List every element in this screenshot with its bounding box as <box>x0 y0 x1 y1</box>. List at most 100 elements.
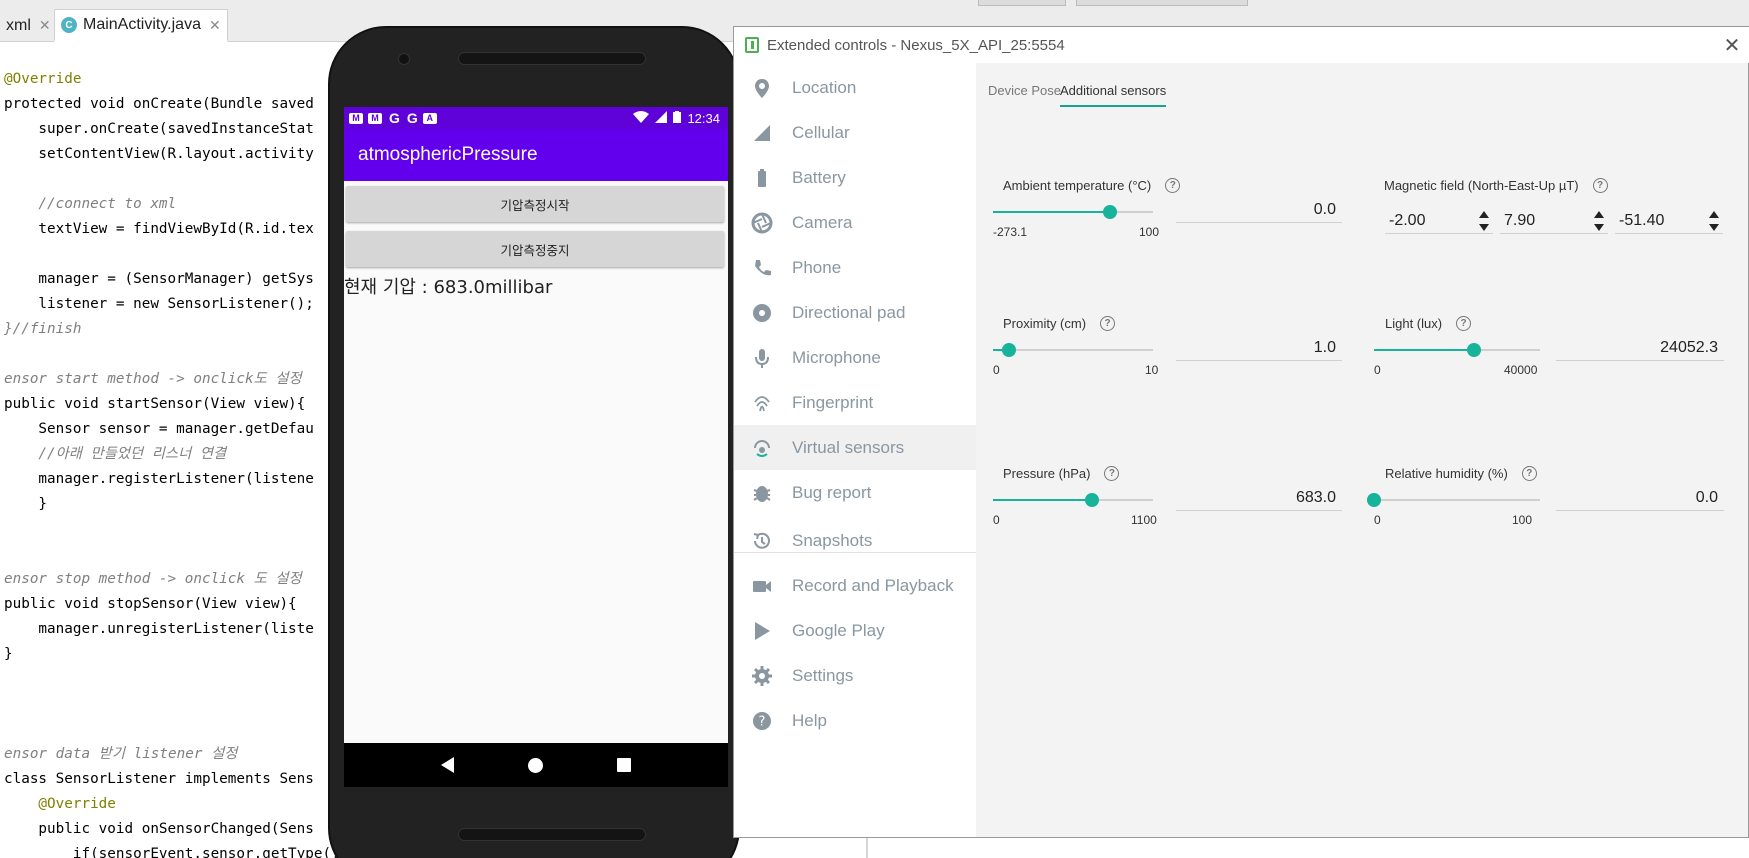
ambient-temperature-slider[interactable] <box>993 205 1153 219</box>
code-line[interactable]: //connect to xml <box>4 192 176 217</box>
light-label: Light (lux) ? <box>1385 316 1472 331</box>
code-line[interactable]: if(sensorEvent.sensor.getType() <box>4 842 340 858</box>
start-measure-button[interactable]: 기압측정시작 <box>346 186 724 222</box>
code-line[interactable]: protected void onCreate(Bundle saved <box>4 92 314 117</box>
close-tab-icon[interactable]: ✕ <box>39 17 51 34</box>
tab-device-pose[interactable]: Device Pose <box>988 83 1061 107</box>
tab-mainactivity[interactable]: C MainActivity.java ✕ <box>54 9 228 42</box>
toolbar-dropdown[interactable] <box>978 0 1066 6</box>
code-line[interactable]: public void startSensor(View view){ <box>4 392 305 417</box>
sidebar-item-virtual-sensors[interactable]: Virtual sensors <box>734 425 976 470</box>
sidebar-item-snapshots[interactable]: Snapshots <box>734 518 976 563</box>
sidebar-item-bug-report[interactable]: Bug report <box>734 470 976 515</box>
additional-sensors-panel: Device Pose Additional sensors Ambient t… <box>976 63 1748 837</box>
sidebar-item-google-play[interactable]: Google Play <box>734 608 976 653</box>
code-line[interactable]: //아래 만들었던 리스너 연결 <box>4 442 226 467</box>
nav-recents-icon[interactable] <box>617 758 631 772</box>
pressure-field[interactable]: 683.0 <box>1176 485 1342 511</box>
google-notification-icon: G <box>406 110 418 126</box>
window-titlebar[interactable]: Extended controls - Nexus_5X_API_25:5554… <box>734 27 1749 63</box>
sidebar-item-cellular[interactable]: Cellular <box>734 110 976 155</box>
google-notification-icon: G <box>389 110 400 126</box>
sidebar-item-settings[interactable]: Settings <box>734 653 976 698</box>
sidebar-item-record-and-playback[interactable]: Record and Playback <box>734 563 976 608</box>
bug-icon <box>751 482 773 504</box>
code-line[interactable]: manager = (SensorManager) getSys <box>4 267 313 292</box>
code-line[interactable]: manager.registerListener(listene <box>4 467 313 492</box>
slider-thumb[interactable] <box>1103 205 1118 219</box>
magnetic-field-label: Magnetic field (North-East-Up µT) ? <box>1384 178 1608 193</box>
nav-home-icon[interactable] <box>528 757 543 773</box>
code-line[interactable]: manager.unregisterListener(liste <box>4 617 313 642</box>
code-line[interactable]: public void stopSensor(View view){ <box>4 592 297 617</box>
code-line[interactable]: super.onCreate(savedInstanceStat <box>4 117 313 142</box>
humidity-field[interactable]: 0.0 <box>1556 485 1724 511</box>
code-line[interactable]: ensor data 받기 listener 설정 <box>4 742 237 767</box>
sidebar-item-fingerprint[interactable]: Fingerprint <box>734 380 976 425</box>
magnetic-field-x-input[interactable]: -2.00 <box>1385 208 1493 234</box>
help-icon[interactable]: ? <box>1100 316 1116 331</box>
code-line[interactable]: ensor stop method -> onclick 도 설정 <box>4 567 302 592</box>
proximity-field[interactable]: 1.0 <box>1176 335 1342 361</box>
sidebar-item-directional-pad[interactable]: Directional pad <box>734 290 976 335</box>
help-icon[interactable]: ? <box>1104 466 1120 481</box>
sidebar-item-camera[interactable]: Camera <box>734 200 976 245</box>
help-icon[interactable]: ? <box>1456 316 1472 331</box>
humidity-slider[interactable] <box>1367 493 1540 507</box>
code-line[interactable]: class SensorListener implements Sens <box>4 767 314 792</box>
close-tab-icon[interactable]: ✕ <box>209 17 221 34</box>
code-line[interactable]: } <box>4 492 47 517</box>
pressure-label: Pressure (hPa) ? <box>1003 466 1120 481</box>
snapshots-history-icon <box>751 530 773 552</box>
code-line[interactable]: @Override <box>4 792 115 817</box>
spinner-arrows-icon[interactable] <box>1594 211 1604 231</box>
code-editor[interactable]: @Override protected void onCreate(Bundle … <box>0 42 340 858</box>
spinner-arrows-icon[interactable] <box>1709 211 1719 231</box>
code-line[interactable]: setContentView(R.layout.activity <box>4 142 313 167</box>
code-line[interactable]: listener = new SensorListener(); <box>4 292 313 317</box>
slider-thumb[interactable] <box>1367 493 1381 507</box>
stop-measure-button[interactable]: 기압측정중지 <box>346 231 724 267</box>
tab-xml[interactable]: xml ✕ <box>0 9 57 42</box>
magnetic-field-z-input[interactable]: -51.40 <box>1615 208 1723 234</box>
tab-additional-sensors[interactable]: Additional sensors <box>1060 83 1167 107</box>
spinner-arrows-icon[interactable] <box>1479 211 1489 231</box>
sidebar-item-label: Snapshots <box>792 530 873 550</box>
proximity-slider[interactable] <box>993 343 1153 357</box>
desktop: xml ✕ C MainActivity.java ✕ @Override pro… <box>0 0 1749 858</box>
toolbar-dropdown[interactable] <box>1076 0 1248 6</box>
code-line[interactable]: public void onSensorChanged(Sens <box>4 817 313 842</box>
nav-back-icon[interactable] <box>441 757 454 773</box>
slider-thumb[interactable] <box>1466 343 1481 357</box>
slider-thumb[interactable] <box>1002 343 1016 357</box>
sidebar-item-help[interactable]: ? Help <box>734 698 976 743</box>
sidebar-item-phone[interactable]: Phone <box>734 245 976 290</box>
slider-thumb[interactable] <box>1085 493 1100 507</box>
signal-icon <box>655 110 668 126</box>
help-icon[interactable]: ? <box>1521 466 1537 481</box>
sidebar-item-battery[interactable]: Battery <box>734 155 976 200</box>
location-pin-icon <box>751 77 773 99</box>
code-line[interactable]: ensor start method -> onclick도 설정 <box>4 367 302 392</box>
help-icon[interactable]: ? <box>1165 178 1181 193</box>
code-line[interactable]: @Override <box>4 67 81 92</box>
light-field[interactable]: 24052.3 <box>1556 335 1724 361</box>
help-icon[interactable]: ? <box>1592 178 1608 193</box>
emulator-screen[interactable]: M M G G A 12:34 atmosphericPressure 기압측정… <box>344 107 728 787</box>
code-line[interactable]: } <box>4 642 13 667</box>
range-max: 100 <box>1512 513 1533 527</box>
android-status-bar: M M G G A 12:34 <box>344 107 728 129</box>
code-line[interactable]: }//finish <box>4 317 81 342</box>
cellular-signal-icon <box>751 122 773 144</box>
code-line[interactable]: Sensor sensor = manager.getDefau <box>4 417 313 442</box>
close-icon[interactable]: ✕ <box>1720 33 1744 57</box>
code-line[interactable]: textView = findViewById(R.id.tex <box>4 217 313 242</box>
slider-fill <box>1374 349 1474 351</box>
ambient-temperature-field[interactable]: 0.0 <box>1176 197 1342 223</box>
magnetic-field-y-input[interactable]: 7.90 <box>1500 208 1608 234</box>
sidebar-item-microphone[interactable]: Microphone <box>734 335 976 380</box>
sidebar-item-location[interactable]: Location <box>734 65 976 110</box>
pressure-slider[interactable] <box>993 493 1153 507</box>
light-slider[interactable] <box>1374 343 1540 357</box>
proximity-label: Proximity (cm) ? <box>1003 316 1116 331</box>
